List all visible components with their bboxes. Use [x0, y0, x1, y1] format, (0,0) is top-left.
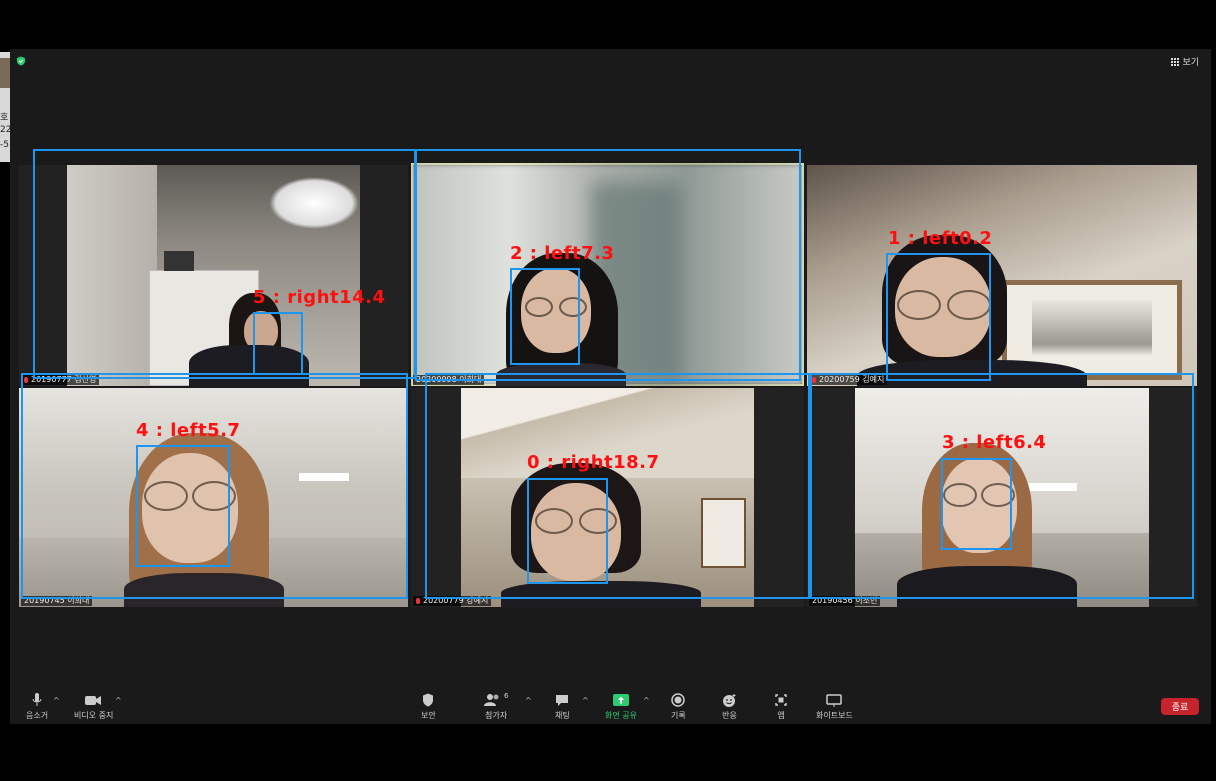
apps-button[interactable]: 앱 [774, 692, 788, 721]
participants-icon: 6 [484, 692, 508, 708]
detection-label: 1 : left0.2 [888, 228, 993, 249]
whiteboard-icon [826, 692, 843, 708]
face-box [253, 312, 303, 375]
whiteboard-button[interactable]: 화이트보드 [816, 692, 853, 721]
detection-label: 0 : right18.7 [527, 452, 660, 473]
meeting-toolbar: 음소거 ^ 비디오 중지 ^ 보안 6 참가자 ^ 채팅 ^ 화면 공유 ^ 기… [10, 688, 1211, 724]
face-box [510, 268, 580, 365]
video-camera-icon [85, 692, 102, 708]
security-label: 보안 [421, 711, 436, 720]
chat-label: 채팅 [555, 711, 570, 720]
muted-mic-icon [416, 598, 420, 604]
apps-label: 앱 [777, 711, 785, 720]
chat-options-caret-icon[interactable]: ^ [582, 696, 589, 705]
face-box [941, 458, 1012, 550]
chat-button[interactable]: 채팅 [555, 692, 570, 721]
detection-region-box [425, 373, 810, 599]
record-button[interactable]: 기록 [671, 692, 686, 721]
detection-label: 2 : left7.3 [510, 243, 615, 264]
share-screen-label: 화면 공유 [605, 711, 637, 720]
share-options-caret-icon[interactable]: ^ [643, 696, 650, 705]
face-box [136, 445, 230, 567]
detection-region-box [415, 149, 801, 381]
participants-count: 6 [504, 692, 509, 700]
security-button[interactable]: 보안 [421, 692, 436, 721]
face-box [886, 253, 991, 381]
mute-label: 음소거 [26, 711, 49, 720]
detection-region-box [33, 149, 416, 379]
record-icon [671, 692, 686, 708]
view-label: 보기 [1182, 58, 1199, 68]
background-thumbnail [0, 58, 10, 88]
whiteboard-label: 화이트보드 [816, 711, 853, 720]
detection-label: 5 : right14.4 [253, 287, 386, 308]
zoom-meeting-window: 보기 20190777 김선영 20200998 이희대 20200759 김예… [10, 49, 1211, 724]
participants-label: 참가자 [485, 711, 508, 720]
stop-video-label: 비디오 중지 [74, 711, 114, 720]
smiley-icon [722, 692, 737, 708]
video-options-caret-icon[interactable]: ^ [115, 696, 122, 705]
end-meeting-button[interactable]: 종료 [1161, 698, 1199, 715]
video-tile-3[interactable]: 20200759 김예지 [807, 165, 1197, 386]
detection-label: 4 : left5.7 [136, 420, 241, 441]
background-window-peek: 호 22 -5 [0, 52, 10, 162]
security-shield-icon [17, 56, 25, 66]
audio-options-caret-icon[interactable]: ^ [53, 696, 60, 705]
peek-text-2: 22 [0, 125, 10, 135]
peek-text-3: -5 [0, 140, 9, 150]
share-screen-icon [612, 692, 629, 708]
detection-label: 3 : left6.4 [942, 432, 1047, 453]
chat-bubble-icon [555, 692, 569, 708]
apps-icon [774, 692, 788, 708]
mute-button[interactable]: 음소거 [26, 692, 48, 721]
view-button[interactable]: 보기 [1171, 55, 1199, 68]
grid-view-icon [1171, 57, 1180, 66]
stop-video-button[interactable]: 비디오 중지 [74, 692, 113, 721]
reactions-button[interactable]: 반응 [722, 692, 737, 721]
share-screen-button[interactable]: 화면 공유 [605, 692, 637, 721]
shield-icon [422, 692, 434, 708]
face-box [527, 478, 608, 584]
microphone-icon [32, 692, 42, 708]
participants-button[interactable]: 6 참가자 [484, 692, 508, 721]
peek-text-1: 호 [0, 113, 9, 123]
participants-options-caret-icon[interactable]: ^ [525, 696, 532, 705]
reactions-label: 반응 [722, 711, 737, 720]
record-label: 기록 [671, 711, 686, 720]
end-meeting-label: 종료 [1171, 703, 1189, 713]
